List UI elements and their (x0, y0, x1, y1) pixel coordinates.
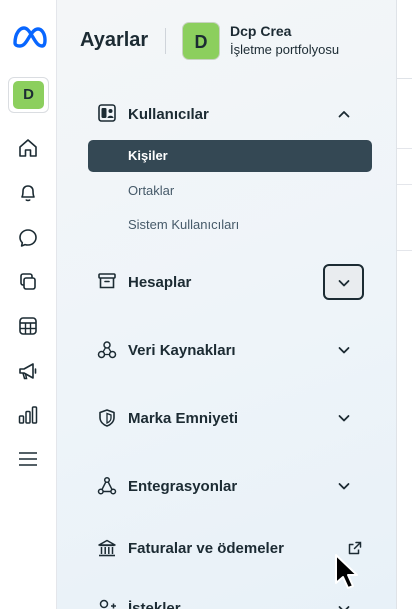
bar-chart-icon[interactable] (16, 403, 40, 427)
meta-logo-icon[interactable] (11, 25, 47, 49)
archive-box-icon (98, 273, 116, 289)
table-icon[interactable] (16, 314, 40, 338)
account-switcher[interactable]: D (8, 77, 49, 113)
bank-icon (98, 539, 116, 557)
accounts-expand-button[interactable] (323, 264, 364, 300)
nav-section-billing[interactable]: Faturalar ve ödemeler (128, 540, 284, 557)
menu-icon[interactable] (16, 447, 40, 471)
business-avatar[interactable]: D (182, 22, 220, 60)
bell-icon[interactable] (16, 181, 40, 205)
business-subtitle: İşletme portfolyosu (230, 42, 340, 57)
shield-icon (99, 409, 115, 427)
sub-item-system-users[interactable]: Sistem Kullanıcıları (128, 217, 239, 232)
nav-section-integrations[interactable]: Entegrasyonlar (128, 478, 237, 495)
integrations-icon (97, 476, 117, 495)
nav-section-accounts[interactable]: Hesaplar (128, 274, 191, 291)
account-avatar: D (13, 81, 44, 109)
nav-section-brand-safety[interactable]: Marka Emniyeti (128, 410, 238, 427)
page-title: Ayarlar (80, 29, 149, 51)
pages-icon[interactable] (16, 270, 40, 294)
content-area-edge (396, 0, 412, 609)
nav-section-requests[interactable]: İstekler (128, 600, 181, 609)
nav-section-users[interactable]: Kullanıcılar (128, 106, 209, 123)
chevron-down-icon (338, 280, 350, 287)
chevron-down-icon[interactable] (336, 478, 352, 494)
sub-item-people[interactable]: Kişiler (88, 140, 372, 172)
nav-section-data-sources[interactable]: Veri Kaynakları (128, 342, 236, 359)
chevron-down-icon[interactable] (336, 410, 352, 426)
left-rail: D (0, 0, 57, 609)
requests-icon (99, 599, 116, 609)
chevron-up-icon[interactable] (336, 106, 352, 122)
users-badge-icon (98, 104, 116, 122)
chevron-down-icon[interactable] (336, 342, 352, 358)
business-name[interactable]: Dcp Crea (230, 23, 291, 39)
home-icon[interactable] (16, 136, 40, 160)
chat-icon[interactable] (16, 226, 40, 250)
data-sources-icon (97, 341, 117, 359)
chevron-down-icon[interactable] (336, 601, 352, 609)
sub-item-people-label: Kişiler (128, 148, 168, 163)
sub-item-partners[interactable]: Ortaklar (128, 183, 174, 198)
settings-nav-panel (57, 0, 396, 609)
megaphone-icon[interactable] (16, 359, 40, 383)
mouse-cursor-icon (335, 554, 358, 589)
header-divider (165, 28, 166, 54)
